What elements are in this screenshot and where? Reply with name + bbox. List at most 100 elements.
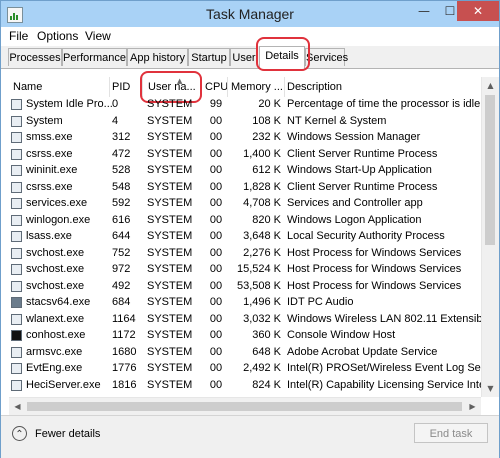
process-name: lsass.exe: [26, 230, 72, 242]
process-name: System: [26, 114, 63, 127]
menu-options[interactable]: Options: [37, 29, 78, 43]
column-header-description[interactable]: Description: [287, 81, 342, 93]
table-row[interactable]: wlanext.exe 1164 SYSTEM 00 3,032 K Windows Wi…: [9, 312, 481, 329]
tab-details[interactable]: Details: [259, 46, 305, 69]
column-header-name[interactable]: Name: [13, 81, 42, 93]
process-pid: 528: [112, 164, 131, 176]
console-icon: [11, 330, 22, 341]
process-description: Host Process for Windows Services: [287, 263, 462, 275]
process-user-name: SYSTEM: [147, 147, 193, 160]
scroll-right-icon[interactable]: ▶: [464, 398, 481, 415]
tab-startup[interactable]: Startup: [188, 48, 230, 66]
process-name: svchost.exe: [26, 246, 85, 259]
table-row[interactable]: conhost.exe 1172 SYSTEM 00 360 K Console Wind…: [9, 328, 481, 345]
tab-performance[interactable]: Performance: [62, 48, 127, 66]
process-user-name: SYSTEM: [147, 213, 193, 226]
scroll-left-icon[interactable]: ◀: [9, 398, 26, 415]
tab-processes[interactable]: Processes: [8, 48, 62, 66]
process-name: csrss.exe: [26, 147, 73, 160]
menu-view[interactable]: View: [85, 29, 111, 43]
table-row[interactable]: System Idle Pro... 0 SYSTEM 99 20 K Percentag…: [9, 97, 481, 114]
process-cpu: 00: [209, 362, 223, 374]
process-user-name: SYSTEM: [147, 378, 193, 391]
process-description: Console Window Host: [287, 329, 396, 341]
tab-app-history[interactable]: App history: [127, 48, 188, 66]
column-separator[interactable]: [109, 77, 110, 97]
table-row[interactable]: svchost.exe 972 SYSTEM 00 15,524 K Host Proce…: [9, 262, 481, 279]
process-icon: [11, 198, 22, 209]
process-icon: [11, 148, 22, 160]
column-header-user-name[interactable]: User na...: [148, 81, 196, 93]
process-name: winlogon.exe: [26, 213, 91, 226]
minimize-button[interactable]: —: [411, 1, 437, 21]
horizontal-scroll-thumb[interactable]: [27, 402, 462, 411]
close-button[interactable]: ✕: [457, 1, 499, 21]
table-row[interactable]: services.exe 592 SYSTEM 00 4,708 K Services a…: [9, 196, 481, 213]
process-cpu: 00: [209, 263, 223, 275]
process-user-name: SYSTEM: [147, 98, 193, 110]
process-pid: 616: [112, 213, 131, 226]
column-header-pid[interactable]: PID: [112, 81, 130, 93]
column-separator[interactable]: [227, 77, 228, 97]
process-icon: [11, 264, 22, 275]
tab-users[interactable]: User: [230, 48, 258, 66]
table-row[interactable]: stacsv64.exe 684 SYSTEM 00 1,496 K IDT PC Aud…: [9, 295, 481, 312]
process-memory: 824 K: [252, 378, 281, 391]
process-icon: [11, 181, 22, 193]
column-header-row: Name PID ▲ User na... CPU Memory ... Des…: [9, 77, 481, 97]
process-name: services.exe: [26, 197, 88, 209]
table-row[interactable]: lsass.exe 644 SYSTEM 00 3,648 K Local Securit…: [9, 229, 481, 246]
process-cpu: 00: [209, 164, 223, 176]
fewer-details-link[interactable]: Fewer details: [35, 428, 100, 440]
column-separator[interactable]: [142, 77, 143, 97]
process-icon: [11, 214, 22, 226]
table-row[interactable]: wininit.exe 528 SYSTEM 00 612 K Windows Start…: [9, 163, 481, 180]
table-row[interactable]: csrss.exe 472 SYSTEM 00 1,400 K Client Server…: [9, 147, 481, 164]
tab-strip: Processes Performance App history Startu…: [1, 46, 499, 69]
audio-app-icon: [11, 297, 22, 308]
scroll-up-icon[interactable]: ▲: [482, 77, 499, 94]
column-header-cpu[interactable]: CPU: [205, 81, 228, 93]
tab-services[interactable]: Services: [305, 48, 348, 66]
process-name: armsvc.exe: [26, 345, 83, 358]
process-icon: [11, 132, 22, 143]
table-row[interactable]: HeciServer.exe 1816 SYSTEM 00 824 K Intel(R) …: [9, 378, 481, 395]
title-bar[interactable]: Task Manager — ☐ ✕: [1, 1, 499, 27]
process-pid: 1172: [112, 329, 136, 341]
process-name: csrss.exe: [26, 180, 73, 193]
table-row[interactable]: svchost.exe 752 SYSTEM 00 2,276 K Host Proces…: [9, 246, 481, 263]
table-row[interactable]: winlogon.exe 616 SYSTEM 00 820 K Windows Logo…: [9, 213, 481, 230]
process-pid: 0: [112, 98, 119, 110]
process-user-name: SYSTEM: [147, 164, 193, 176]
process-name: conhost.exe: [26, 329, 86, 341]
scroll-down-icon[interactable]: ▼: [482, 380, 499, 397]
process-name: smss.exe: [26, 131, 73, 143]
table-row[interactable]: smss.exe 312 SYSTEM 00 232 K Windows Session …: [9, 130, 481, 147]
horizontal-scrollbar[interactable]: ◀ ▶: [9, 397, 481, 415]
column-separator[interactable]: [284, 77, 285, 97]
process-description: NT Kernel & System: [287, 114, 387, 127]
process-pid: 684: [112, 296, 131, 308]
table-row[interactable]: armsvc.exe 1680 SYSTEM 00 648 K Adobe Acrobat…: [9, 345, 481, 362]
process-cpu: 00: [209, 197, 223, 209]
table-row[interactable]: System 4 SYSTEM 00 108 K NT Kernel & System: [9, 114, 481, 131]
process-name: wininit.exe: [26, 164, 78, 176]
table-row[interactable]: EvtEng.exe 1776 SYSTEM 00 2,492 K Intel(R) PR…: [9, 361, 481, 378]
vertical-scroll-thumb[interactable]: [485, 95, 495, 245]
process-cpu: 00: [209, 329, 223, 341]
process-memory: 360 K: [252, 329, 281, 341]
chevron-up-circle-icon[interactable]: ⌃: [12, 426, 27, 441]
table-row[interactable]: csrss.exe 548 SYSTEM 00 1,828 K Client Server…: [9, 180, 481, 197]
column-header-memory[interactable]: Memory ...: [231, 81, 283, 93]
vertical-scrollbar[interactable]: ▲ ▼: [481, 77, 499, 397]
menu-file[interactable]: File: [9, 29, 28, 43]
process-user-name: SYSTEM: [147, 180, 193, 193]
process-pid: 472: [112, 147, 131, 160]
process-name: stacsv64.exe: [26, 296, 91, 308]
process-icon: [11, 363, 22, 374]
end-task-button[interactable]: End task: [414, 423, 488, 443]
table-row[interactable]: svchost.exe 492 SYSTEM 00 53,508 K Host Proce…: [9, 279, 481, 296]
process-memory: 1,828 K: [243, 180, 281, 193]
column-separator[interactable]: [201, 77, 202, 97]
process-description: Adobe Acrobat Update Service: [287, 345, 438, 358]
